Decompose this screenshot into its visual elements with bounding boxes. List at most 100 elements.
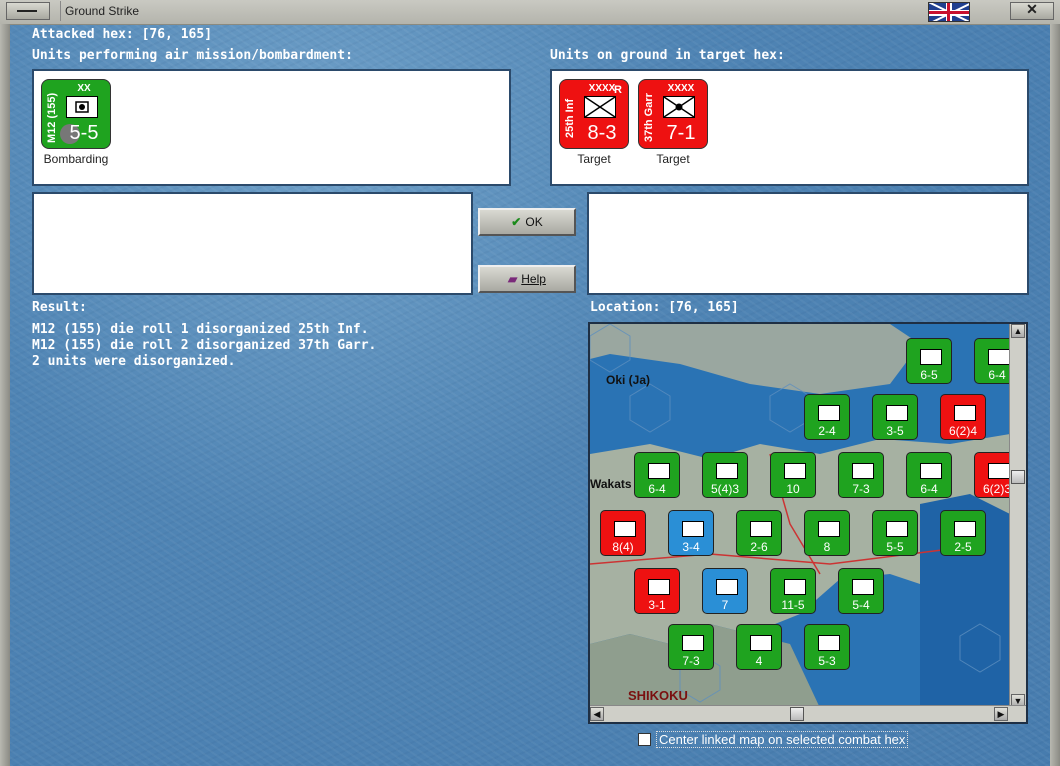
- map-unit-value: 5-3: [818, 654, 836, 668]
- vertical-scroll-thumb[interactable]: [1011, 470, 1025, 484]
- unit-size: XXXX: [667, 83, 695, 94]
- map-unit-counter[interactable]: 3-1: [634, 568, 680, 614]
- result-label: Result:: [32, 300, 87, 315]
- map-unit-counter[interactable]: 6(2)4: [940, 394, 986, 440]
- map-unit-value: 6-4: [920, 482, 938, 496]
- unit-counter-m12[interactable]: M12 (155) XX 5-5: [41, 79, 111, 149]
- unit-symbol-icon: [682, 521, 704, 537]
- location-value: [76, 165]: [668, 300, 739, 315]
- air-details-panel: [32, 192, 473, 295]
- checkmark-icon: ✔: [511, 215, 522, 229]
- minimize-button[interactable]: [6, 2, 50, 20]
- ok-label: OK: [525, 215, 543, 229]
- map-horizontal-scrollbar[interactable]: ◀ ▶: [590, 705, 1026, 722]
- map-unit-counter[interactable]: 10: [770, 452, 816, 498]
- ok-button[interactable]: ✔ OK: [478, 208, 576, 236]
- unit-size: XX: [77, 83, 91, 94]
- map-unit-value: 2-5: [954, 540, 972, 554]
- map-unit-counter[interactable]: 2-4: [804, 394, 850, 440]
- map-unit-value: 5(4)3: [710, 482, 739, 496]
- map-unit-value: 6-5: [920, 368, 938, 382]
- map-unit-counter[interactable]: 6-5: [906, 338, 952, 384]
- unit-caption: Target: [577, 152, 611, 166]
- ground-units-panel: 25th Inf XXXX R 8-3 Target 37th Garr XXX…: [550, 69, 1029, 186]
- map-unit-counter[interactable]: 3-4: [668, 510, 714, 556]
- window-title: Ground Strike: [60, 1, 925, 21]
- attacked-hex-value: [76, 165]: [141, 27, 213, 42]
- map-unit-counter[interactable]: 6-4: [634, 452, 680, 498]
- uk-flag-icon: [928, 2, 970, 22]
- unit-value: 8-3: [587, 122, 617, 144]
- map-unit-value: 3-1: [648, 598, 666, 612]
- map-unit-counter[interactable]: 5-5: [872, 510, 918, 556]
- attacked-hex-row: Attacked hex: [76, 165]: [32, 27, 212, 42]
- unit-symbol-icon: [954, 521, 976, 537]
- map-unit-counter[interactable]: 7: [702, 568, 748, 614]
- location-row: Location: [76, 165]: [590, 300, 739, 315]
- map-label-wakats: Wakats: [590, 477, 632, 491]
- help-label: Help: [521, 272, 546, 286]
- map-unit-value: 2-4: [818, 424, 836, 438]
- map-unit-counter[interactable]: 7-3: [838, 452, 884, 498]
- right-frame: [1050, 24, 1060, 766]
- close-button[interactable]: ✕: [1010, 1, 1054, 20]
- left-frame: [0, 24, 10, 766]
- unit-symbol-icon: [784, 463, 806, 479]
- help-book-icon: ▰: [508, 272, 518, 286]
- unit-symbol-icon: [852, 463, 874, 479]
- title-bar: Ground Strike ✕: [0, 0, 1060, 25]
- map-vertical-scrollbar[interactable]: ▲ ▼: [1009, 324, 1026, 708]
- unit-value: 5-5: [69, 122, 99, 144]
- unit-symbol-icon: [648, 579, 670, 595]
- map-label-shikoku: SHIKOKU: [628, 688, 688, 703]
- map-unit-counter[interactable]: 5-3: [804, 624, 850, 670]
- map-unit-counter[interactable]: 3-5: [872, 394, 918, 440]
- map-unit-value: 2-6: [750, 540, 768, 554]
- map-unit-value: 7-3: [682, 654, 700, 668]
- map-unit-counter[interactable]: 8: [804, 510, 850, 556]
- map-unit-counter[interactable]: 2-5: [940, 510, 986, 556]
- reserve-marker: R: [614, 84, 622, 96]
- unit-symbol-icon: [920, 349, 942, 365]
- scroll-up-icon[interactable]: ▲: [1011, 324, 1025, 338]
- result-line: 2 units were disorganized.: [32, 354, 236, 369]
- map-unit-counter[interactable]: 4: [736, 624, 782, 670]
- unit-symbol-icon: [852, 579, 874, 595]
- map-unit-counter[interactable]: 2-6: [736, 510, 782, 556]
- unit-caption: Bombarding: [43, 152, 109, 166]
- map-unit-value: 10: [786, 482, 800, 496]
- air-units-panel: M12 (155) XX 5-5 Bombarding: [32, 69, 511, 186]
- unit-symbol-icon: [750, 635, 772, 651]
- unit-symbol-icon: [988, 463, 1010, 479]
- unit-symbol-icon: [818, 635, 840, 651]
- map-unit-counter[interactable]: 6-4: [906, 452, 952, 498]
- unit-symbol-icon: [784, 579, 806, 595]
- map-unit-value: 6-4: [648, 482, 666, 496]
- horizontal-scroll-thumb[interactable]: [790, 707, 804, 721]
- help-button[interactable]: ▰ Help: [478, 265, 576, 293]
- unit-symbol-icon: [716, 579, 738, 595]
- map-unit-counter[interactable]: 5-4: [838, 568, 884, 614]
- map-unit-counter[interactable]: 8(4): [600, 510, 646, 556]
- map-unit-value: 5-5: [886, 540, 904, 554]
- unit-symbol-icon: [648, 463, 670, 479]
- map-label-oki: Oki (Ja): [606, 373, 651, 387]
- center-map-checkbox[interactable]: [638, 733, 651, 746]
- unit-value: 7-1: [666, 122, 696, 144]
- unit-counter-37th-garr[interactable]: 37th Garr XXXX 7-1: [638, 79, 708, 149]
- location-map[interactable]: Oki (Ja) Wakats SHIKOKU 6-5 6-4 2-4 3-5 6(2)…: [588, 322, 1028, 724]
- scroll-left-icon[interactable]: ◀: [590, 707, 604, 721]
- map-unit-counter[interactable]: 11-5: [770, 568, 816, 614]
- center-map-label: Center linked map on selected combat hex: [656, 731, 909, 748]
- scroll-right-icon[interactable]: ▶: [994, 707, 1008, 721]
- map-unit-value: 6(2)4: [948, 424, 977, 438]
- unit-counter-25th-inf[interactable]: 25th Inf XXXX R 8-3: [559, 79, 629, 149]
- close-icon: ✕: [1026, 1, 1038, 17]
- result-line: M12 (155) die roll 2 disorganized 37th G…: [32, 338, 377, 353]
- ground-units-label: Units on ground in target hex:: [550, 48, 785, 63]
- unit-symbol-icon: [716, 463, 738, 479]
- ground-details-panel: [587, 192, 1029, 295]
- map-unit-value: 8: [823, 540, 831, 554]
- map-unit-counter[interactable]: 7-3: [668, 624, 714, 670]
- map-unit-counter[interactable]: 5(4)3: [702, 452, 748, 498]
